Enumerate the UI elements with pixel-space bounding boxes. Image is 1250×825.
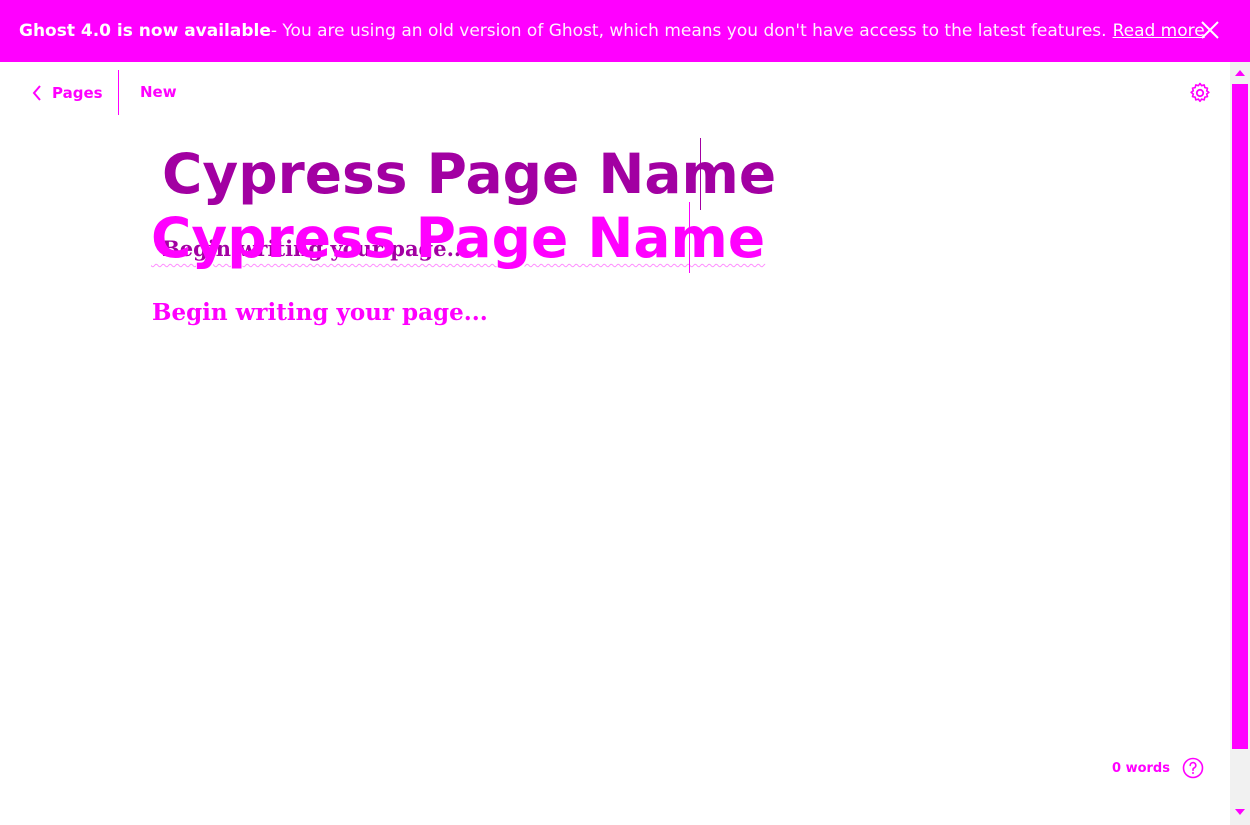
text-caret — [689, 202, 690, 273]
scrollbar[interactable] — [1230, 62, 1250, 825]
page-title-input[interactable]: Cypress Page Name — [151, 203, 765, 273]
back-to-pages-link[interactable]: Pages — [32, 82, 103, 104]
back-link-label: Pages — [52, 84, 103, 102]
scroll-down-arrow-icon[interactable] — [1235, 809, 1245, 815]
scrollbar-thumb[interactable] — [1232, 84, 1248, 749]
banner-read-more-link[interactable]: Read more — [1113, 21, 1205, 41]
upgrade-banner: Ghost 4.0 is now available - You are usi… — [0, 0, 1250, 62]
header-divider — [118, 70, 119, 115]
word-count: 0 words — [1112, 761, 1170, 776]
post-status: New — [140, 83, 177, 101]
page-title-duplicate: Cypress Page Name — [162, 142, 777, 206]
banner-title: Ghost 4.0 is now available — [19, 21, 271, 41]
editor-header: Pages New — [0, 62, 1230, 124]
help-icon[interactable] — [1182, 757, 1204, 779]
page-body-editor[interactable]: Begin writing your page... — [152, 299, 488, 326]
close-icon[interactable] — [1198, 18, 1222, 42]
gear-icon[interactable] — [1188, 81, 1212, 105]
text-caret-duplicate — [700, 138, 701, 210]
scroll-up-arrow-icon[interactable] — [1235, 70, 1245, 76]
banner-message: - You are using an old version of Ghost,… — [270, 21, 1107, 41]
chevron-left-icon — [32, 85, 41, 101]
